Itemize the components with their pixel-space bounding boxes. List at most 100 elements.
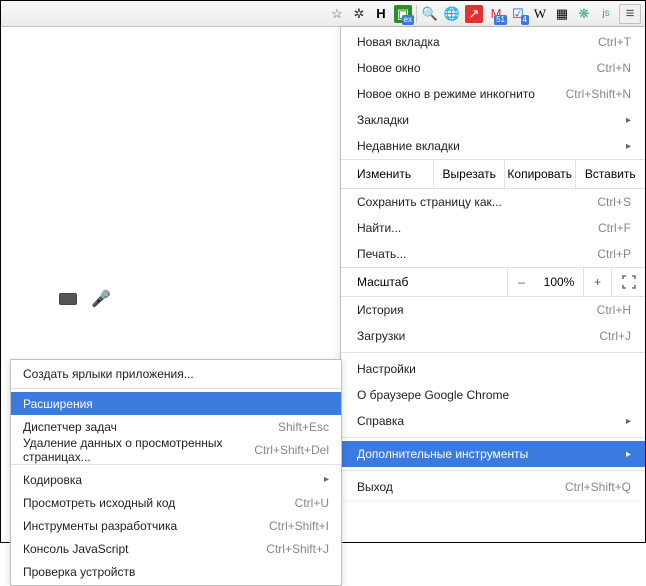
label: Расширения	[23, 397, 93, 411]
shortcut: Ctrl+T	[598, 35, 631, 49]
label: Диспетчер задач	[23, 420, 117, 434]
shortcut: Ctrl+P	[597, 247, 631, 261]
edit-label: Изменить	[341, 160, 434, 188]
shortcut: Ctrl+N	[597, 61, 631, 75]
microphone-icon[interactable]: 🎤	[91, 289, 111, 309]
chevron-right-icon: ▸	[626, 416, 631, 427]
submenu-clear-data[interactable]: Удаление данных о просмотренных страница…	[11, 438, 341, 461]
menu-settings[interactable]: Настройки	[341, 356, 645, 382]
label: Справка	[357, 414, 404, 428]
menu-print[interactable]: Печать... Ctrl+P	[341, 241, 645, 267]
badge: 51	[494, 15, 507, 25]
zoom-value: 100%	[535, 275, 583, 289]
arrow-icon[interactable]: ↗	[465, 5, 483, 23]
zoom-out-button[interactable]: –	[507, 267, 535, 297]
toolbar-icons-container: ☆✲H▣ex 🔍🌐↗M51☑4W▦❋js	[328, 5, 615, 23]
gmail-icon[interactable]: M51	[487, 5, 505, 23]
shortcut: Ctrl+Shift+N	[566, 87, 631, 101]
submenu-inspect-devices[interactable]: Проверка устройств	[11, 560, 341, 583]
label: О браузере Google Chrome	[357, 388, 509, 402]
wikipedia-icon[interactable]: W	[531, 5, 549, 23]
label: Консоль JavaScript	[23, 542, 128, 556]
menu-exit[interactable]: Выход Ctrl+Shift+Q	[341, 474, 645, 500]
shortcut: Ctrl+Shift+J	[266, 542, 329, 556]
menu-about[interactable]: О браузере Google Chrome	[341, 382, 645, 408]
chevron-right-icon: ▸	[626, 115, 631, 126]
label: Загрузки	[357, 329, 405, 343]
menu-new-window[interactable]: Новое окно Ctrl+N	[341, 55, 645, 81]
label: Новое окно в режиме инкогнито	[357, 87, 535, 101]
h-icon[interactable]: H	[372, 5, 390, 23]
label: Настройки	[357, 362, 416, 376]
menu-history[interactable]: История Ctrl+H	[341, 297, 645, 323]
bug-icon[interactable]: ✲	[350, 5, 368, 23]
shortcut: Ctrl+S	[597, 195, 631, 209]
menu-help[interactable]: Справка ▸	[341, 408, 645, 434]
menu-button[interactable]	[619, 4, 641, 24]
chevron-right-icon: ▸	[626, 449, 631, 460]
menu-save-page[interactable]: Сохранить страницу как... Ctrl+S	[341, 189, 645, 215]
bookmark-icon[interactable]: ☆	[328, 5, 346, 23]
menu-incognito[interactable]: Новое окно в режиме инкогнито Ctrl+Shift…	[341, 81, 645, 107]
shortcut: Ctrl+Shift+Q	[565, 480, 631, 494]
fullscreen-button[interactable]	[611, 267, 645, 297]
label: Создать ярлыки приложения...	[23, 367, 194, 381]
outlook-icon[interactable]: ☑4	[509, 5, 527, 23]
shortcut: Shift+Esc	[278, 420, 329, 434]
edit-row: Изменить Вырезать Копировать Вставить	[341, 159, 645, 189]
evernote-icon[interactable]: ❋	[575, 5, 593, 23]
paste-button[interactable]: Вставить	[576, 160, 646, 188]
search-icon[interactable]: 🔍	[421, 5, 439, 23]
label: Найти...	[357, 221, 401, 235]
label: Удаление данных о просмотренных страница…	[23, 436, 254, 464]
label: Просмотреть исходный код	[23, 496, 175, 510]
label: Кодировка	[23, 473, 82, 487]
shortcut: Ctrl+H	[597, 303, 631, 317]
menu-find[interactable]: Найти... Ctrl+F	[341, 215, 645, 241]
zoom-label: Масштаб	[357, 275, 507, 289]
main-menu: Новая вкладка Ctrl+T Новое окно Ctrl+N Н…	[340, 27, 645, 500]
badge: 4	[521, 15, 529, 25]
chevron-right-icon: ▸	[324, 474, 329, 485]
js-icon[interactable]: js	[597, 5, 615, 23]
label: Новая вкладка	[357, 35, 440, 49]
menu-downloads[interactable]: Загрузки Ctrl+J	[341, 323, 645, 349]
shortcut: Ctrl+Shift+I	[269, 519, 329, 533]
copy-button[interactable]: Копировать	[505, 160, 576, 188]
shortcut: Ctrl+Shift+Del	[254, 443, 329, 457]
label: Инструменты разработчика	[23, 519, 177, 533]
flag-icon[interactable]: ▣ex	[394, 5, 412, 23]
label: Выход	[357, 480, 393, 494]
separator	[341, 470, 645, 471]
submenu-js-console[interactable]: Консоль JavaScript Ctrl+Shift+J	[11, 537, 341, 560]
separator	[341, 437, 645, 438]
submenu-dev-tools[interactable]: Инструменты разработчика Ctrl+Shift+I	[11, 514, 341, 537]
submenu-create-shortcuts[interactable]: Создать ярлыки приложения...	[11, 362, 341, 385]
label: Дополнительные инструменты	[357, 447, 528, 461]
submenu-extensions[interactable]: Расширения	[11, 392, 341, 415]
menu-bookmarks[interactable]: Закладки ▸	[341, 107, 645, 133]
qr-icon[interactable]: ▦	[553, 5, 571, 23]
more-tools-submenu: Создать ярлыки приложения... Расширения …	[10, 359, 342, 586]
separator	[11, 388, 341, 389]
submenu-view-source[interactable]: Просмотреть исходный код Ctrl+U	[11, 491, 341, 514]
globe-icon[interactable]: 🌐	[443, 5, 461, 23]
shortcut: Ctrl+F	[598, 221, 631, 235]
label: Новое окно	[357, 61, 421, 75]
label: Недавние вкладки	[357, 139, 460, 153]
label: Закладки	[357, 113, 409, 127]
shortcut: Ctrl+J	[599, 329, 631, 343]
browser-toolbar: ☆✲H▣ex 🔍🌐↗M51☑4W▦❋js	[1, 1, 645, 27]
submenu-encoding[interactable]: Кодировка ▸	[11, 468, 341, 491]
zoom-in-button[interactable]: +	[583, 267, 611, 297]
cut-button[interactable]: Вырезать	[434, 160, 505, 188]
separator	[11, 464, 341, 465]
chevron-right-icon: ▸	[626, 141, 631, 152]
zoom-row: Масштаб – 100% +	[341, 267, 645, 297]
keyboard-icon[interactable]	[59, 293, 77, 305]
menu-more-tools[interactable]: Дополнительные инструменты ▸	[341, 441, 645, 467]
separator	[341, 352, 645, 353]
label: Проверка устройств	[23, 565, 135, 579]
menu-recent-tabs[interactable]: Недавние вкладки ▸	[341, 133, 645, 159]
menu-new-tab[interactable]: Новая вкладка Ctrl+T	[341, 29, 645, 55]
